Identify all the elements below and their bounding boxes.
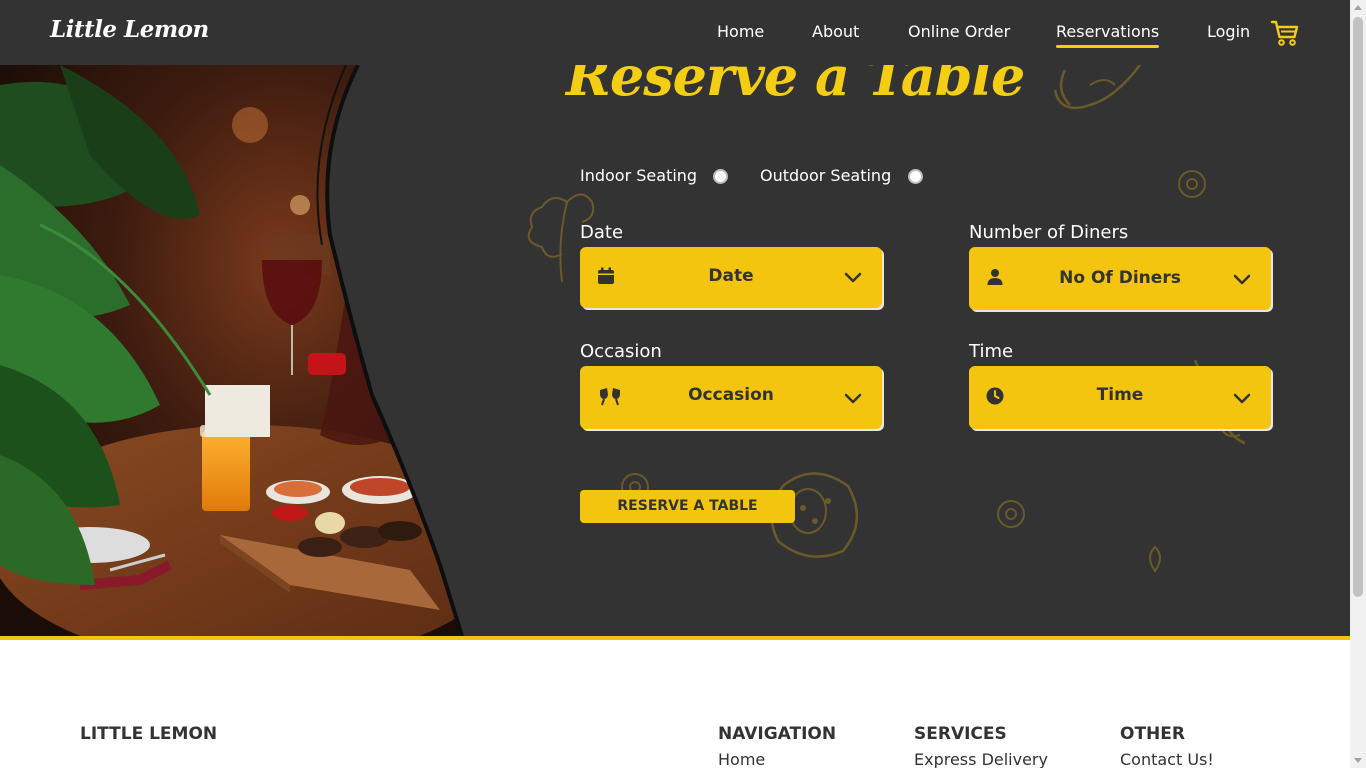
lemon-slice-doodle-icon (1178, 170, 1206, 198)
clock-icon (986, 387, 1008, 409)
chevron-down-icon (844, 269, 862, 287)
footer-other-title: OTHER (1120, 724, 1185, 744)
time-label: Time (969, 341, 1014, 362)
outdoor-seating-label: Outdoor Seating (760, 166, 892, 185)
diners-select[interactable]: No Of Diners (969, 247, 1271, 310)
time-select[interactable]: Time (969, 366, 1271, 429)
outdoor-seating-radio[interactable] (908, 169, 923, 184)
chevron-down-icon (844, 390, 862, 408)
scroll-down-icon[interactable] (1354, 758, 1362, 763)
site-header: Little Lemon Home About Online Order Res… (0, 0, 1350, 65)
site-footer: LITTLE LEMON NAVIGATION Home SERVICES Ex… (0, 640, 1350, 768)
page-scrollbar[interactable] (1350, 0, 1366, 768)
person-icon (986, 268, 1008, 290)
date-select[interactable]: Date (580, 247, 882, 308)
indoor-seating-radio[interactable] (713, 169, 728, 184)
chevron-down-icon (1233, 271, 1251, 289)
reserve-table-button[interactable]: RESERVE A TABLE (580, 490, 795, 523)
nav-login[interactable]: Login (1207, 22, 1250, 41)
occasion-select[interactable]: Occasion (580, 366, 882, 429)
chevron-down-icon (1233, 390, 1251, 408)
date-label: Date (580, 222, 624, 243)
nav-home[interactable]: Home (717, 22, 764, 41)
cart-icon[interactable] (1270, 19, 1300, 47)
cheers-icon (598, 387, 620, 409)
scrollbar-thumb[interactable] (1353, 17, 1363, 597)
time-value: Time (1096, 385, 1144, 405)
pepper-doodle-icon (1053, 64, 1141, 110)
footer-services-title: SERVICES (914, 724, 1007, 744)
footer-navigation-title: NAVIGATION (718, 724, 837, 744)
indoor-seating-label: Indoor Seating (580, 166, 698, 185)
leaf-doodle-icon (1149, 545, 1161, 573)
lemon-slice-small-doodle-icon (997, 500, 1025, 528)
diners-label: Number of Diners (969, 222, 1129, 243)
main-nav: Home About Online Order Reservations Log… (0, 22, 1350, 48)
restaurant-photo (0, 65, 470, 636)
occasion-label: Occasion (580, 341, 662, 362)
date-value: Date (708, 266, 754, 286)
footer-link-express-delivery[interactable]: Express Delivery (914, 750, 1048, 768)
footer-brand: LITTLE LEMON (80, 724, 218, 744)
scroll-up-icon[interactable] (1354, 5, 1362, 10)
nav-about[interactable]: About (812, 22, 859, 41)
occasion-value: Occasion (688, 385, 774, 405)
calendar-icon (597, 267, 619, 289)
footer-link-contact-us[interactable]: Contact Us! (1120, 750, 1214, 768)
nav-reservations[interactable]: Reservations (1056, 22, 1160, 48)
diners-value: No Of Diners (1059, 268, 1181, 288)
nav-online-order[interactable]: Online Order (908, 22, 1010, 41)
footer-link-home[interactable]: Home (718, 750, 765, 768)
